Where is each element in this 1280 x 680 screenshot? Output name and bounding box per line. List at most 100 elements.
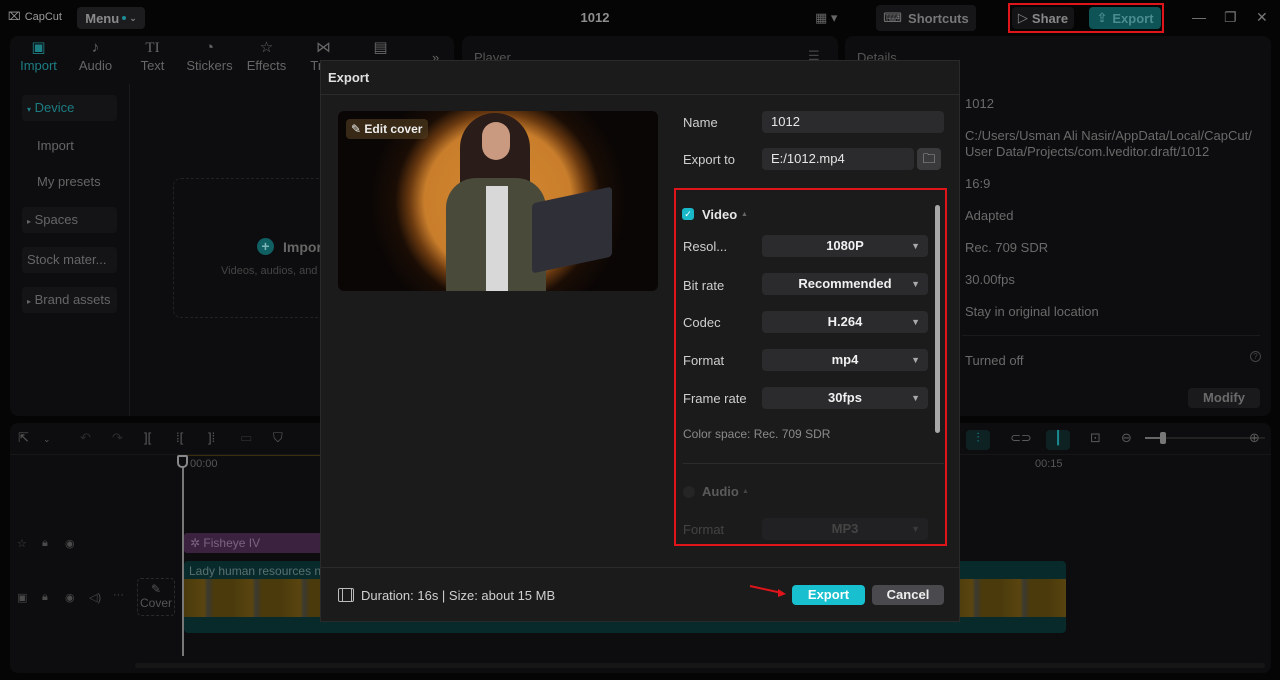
close-icon[interactable]: ✕ (1256, 9, 1268, 26)
edit-cover-button[interactable]: ✎ Edit cover (346, 119, 428, 139)
video-track-icon: ▣ (17, 592, 28, 604)
detail-name: 1012 (965, 96, 994, 111)
cover-button[interactable]: ✎ Cover (137, 578, 175, 616)
video-section-title[interactable]: Video (702, 207, 737, 222)
tab-stickers[interactable]: ◔ Stickers (181, 38, 238, 78)
minimize-icon[interactable]: — (1192, 9, 1206, 25)
help-icon[interactable]: ? (1250, 351, 1261, 362)
eye-icon[interactable]: ◉ (65, 537, 75, 550)
collapse-caret-icon[interactable]: ▲ (741, 211, 748, 218)
chevron-down-icon: ▼ (911, 241, 920, 251)
timeline-scrollbar[interactable] (135, 663, 1265, 668)
undo-icon[interactable]: ↶ (80, 430, 91, 446)
dialog-footer-divider (320, 567, 960, 568)
link-icon[interactable]: ⊂⊃ (1010, 430, 1032, 446)
restore-icon[interactable]: ❐ (1224, 9, 1237, 26)
side-nav-spaces[interactable]: ▸ Spaces (22, 207, 117, 233)
format-value: mp4 (831, 352, 859, 367)
shortcuts-button[interactable]: ⌨ Shortcuts (876, 5, 976, 31)
tab-audio[interactable]: ♪ Audio (67, 38, 124, 78)
marker-icon[interactable]: ⛉ (273, 430, 283, 446)
snap-icon[interactable]: ┃ (1046, 430, 1070, 450)
menu-button[interactable]: Menu ⌄ (77, 7, 145, 29)
tab-label: Text (140, 58, 165, 73)
export-path-input[interactable] (762, 148, 914, 170)
export-button[interactable]: Export (792, 585, 865, 605)
split-right-icon[interactable]: ]⁞ (208, 430, 215, 445)
resolution-select[interactable]: 1080P ▼ (762, 235, 928, 257)
project-title: 1012 (580, 10, 610, 25)
cover-label: Cover (139, 596, 172, 610)
settings-scrollbar[interactable] (935, 205, 940, 433)
chevron-down-icon: ▼ (911, 524, 920, 534)
collapse-caret-icon[interactable]: ▲ (742, 488, 749, 495)
bitrate-value: Recommended (798, 276, 892, 291)
preview-axis-icon[interactable]: ⊡ (1090, 430, 1101, 446)
side-nav-stock-material[interactable]: Stock mater... (22, 247, 117, 273)
detail-path-line1: C:/Users/Usman Ali Nasir/AppData/Local/C… (965, 128, 1252, 143)
bitrate-select[interactable]: Recommended ▼ (762, 273, 928, 295)
bitrate-label: Bit rate (683, 278, 725, 293)
playhead[interactable] (182, 456, 184, 656)
folder-icon[interactable]: 🗀 (917, 148, 941, 170)
video-checkbox[interactable]: ✓ (682, 208, 694, 220)
layout-icon[interactable]: ▦ ▾ (815, 10, 837, 26)
zoom-slider-fill (1145, 437, 1161, 439)
audio-format-label: Format (683, 522, 725, 537)
zoom-in-icon[interactable]: ⊕ (1249, 430, 1260, 446)
resolution-label: Resol... (683, 239, 728, 254)
side-nav-label: Brand assets (34, 292, 111, 307)
dialog-title: Export (328, 70, 370, 85)
name-input[interactable] (762, 111, 944, 133)
notification-dot (122, 16, 127, 20)
effects-icon: ☆ (259, 39, 274, 56)
effect-clip[interactable]: ✲ Fisheye IV (184, 533, 324, 553)
audio-section-title[interactable]: Audio (702, 484, 739, 499)
lock-icon[interactable]: 🔒︎ (42, 537, 48, 550)
playhead-handle[interactable] (177, 455, 188, 468)
audio-format-select[interactable]: MP3 ▼ (762, 518, 928, 540)
side-nav-brand-assets[interactable]: ▸ Brand assets (22, 287, 117, 313)
detail-frame-rate: 30.00fps (965, 272, 1015, 287)
shortcuts-label: Shortcuts (908, 10, 969, 26)
media-side-nav: ▾ Device Import My presets ▸ Spaces Stoc… (10, 84, 130, 416)
format-select[interactable]: mp4 ▼ (762, 349, 928, 371)
modify-button[interactable]: Modify (1188, 388, 1260, 408)
tab-label: Audio (78, 58, 113, 73)
side-nav-device[interactable]: ▾ Device (22, 95, 117, 121)
magnet-icon[interactable]: ⫶ (966, 430, 990, 450)
codec-value: H.264 (827, 314, 863, 329)
zoom-slider-handle[interactable] (1160, 432, 1166, 444)
codec-select[interactable]: H.264 ▼ (762, 311, 928, 333)
chevron-down-icon: ▼ (911, 279, 920, 289)
split-icon[interactable]: ][ (144, 430, 151, 445)
captions-icon: ▤ (373, 39, 388, 56)
import-label[interactable]: Impor (283, 239, 322, 255)
tab-text[interactable]: TI Text (124, 38, 181, 78)
plus-icon[interactable]: + (257, 238, 274, 255)
annotation-arrow (749, 585, 786, 597)
frame-rate-select[interactable]: 30fps ▼ (762, 387, 928, 409)
more-icon[interactable]: ··· (113, 589, 124, 601)
tab-import[interactable]: ▣ Import (10, 38, 67, 78)
audio-checkbox[interactable] (683, 486, 695, 498)
details-divider (962, 335, 1260, 336)
delete-icon[interactable]: ▭ (240, 430, 252, 446)
export-to-label: Export to (683, 152, 736, 167)
lock-icon[interactable]: 🔒︎ (42, 591, 48, 604)
name-label: Name (683, 115, 718, 130)
tab-effects[interactable]: ☆ Effects (238, 38, 295, 78)
eye-icon[interactable]: ◉ (65, 591, 75, 604)
zoom-out-icon[interactable]: ⊖ (1121, 430, 1132, 446)
split-left-icon[interactable]: ⁞[ (176, 430, 183, 445)
select-cursor-icon[interactable]: ⇱ (18, 430, 29, 446)
redo-icon[interactable]: ↷ (112, 430, 123, 446)
ruler-time-start: 00:00 (190, 458, 218, 470)
cancel-button[interactable]: Cancel (872, 585, 944, 605)
edit-cover-label: Edit cover (364, 122, 423, 136)
chevron-down-icon[interactable]: ⌄ (43, 434, 51, 445)
side-nav-my-presets[interactable]: My presets (22, 169, 117, 195)
speaker-icon[interactable]: ◁) (89, 591, 101, 604)
resolution-value: 1080P (826, 238, 864, 253)
side-nav-import[interactable]: Import (22, 133, 117, 159)
